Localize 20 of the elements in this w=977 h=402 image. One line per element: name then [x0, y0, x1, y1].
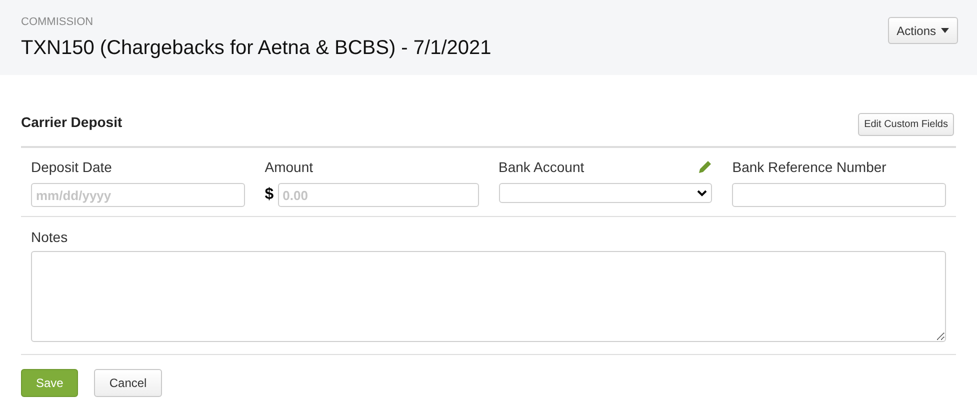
field-label: Deposit Date — [31, 158, 112, 177]
amount-field[interactable]: 0.00 — [278, 183, 478, 207]
section-title: Carrier Deposit — [21, 112, 122, 132]
eyebrow-label: COMMISSION — [21, 15, 94, 30]
field-label: Notes — [31, 228, 69, 247]
page-title: TXN150 (Chargebacks for Aetna & BCBS) - 7/1/2021 — [21, 36, 492, 60]
field-label: Bank Reference Number — [732, 158, 886, 176]
caret-icon — [941, 28, 949, 33]
field-label: Bank Account — [498, 158, 584, 176]
cancel-button[interactable]: Cancel — [94, 369, 162, 397]
edit-custom-fields-button[interactable]: Edit Custom Fields — [858, 113, 954, 136]
notes-field[interactable] — [31, 251, 946, 342]
currency-symbol: $ — [264, 185, 274, 205]
chevron-down-icon — [697, 190, 708, 196]
pencil-icon[interactable] — [698, 160, 712, 174]
date-field[interactable]: mm/dd/yyyy — [31, 183, 245, 207]
field-label: Amount — [264, 158, 313, 176]
actions-button[interactable]: Actions — [888, 17, 958, 44]
select-field[interactable] — [498, 183, 712, 203]
text-field[interactable] — [732, 183, 946, 207]
